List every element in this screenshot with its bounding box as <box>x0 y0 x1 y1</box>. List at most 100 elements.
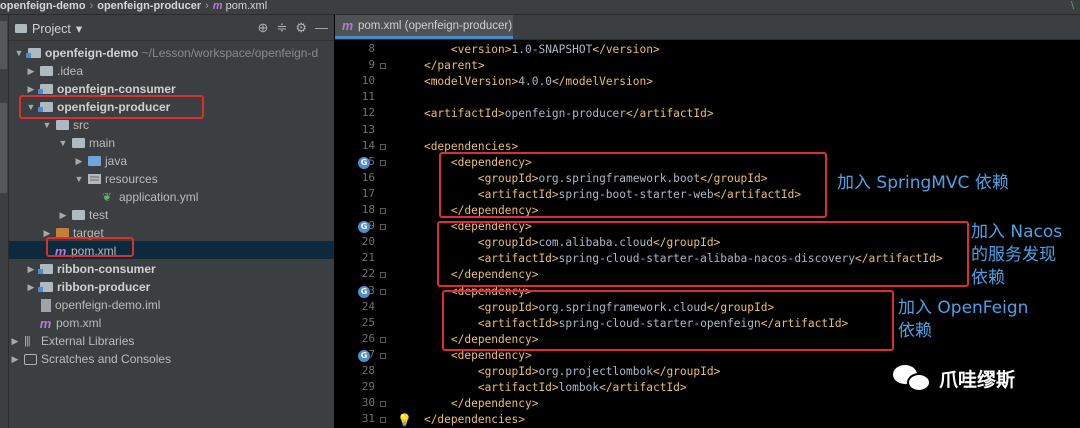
project-panel-title: Project <box>32 21 71 36</box>
tree-item-label: main <box>89 136 116 150</box>
breadcrumb-item-file[interactable]: pom.xml <box>226 0 268 13</box>
highlight-box-springmvc <box>439 152 827 218</box>
tree-item-main[interactable]: ▼ main <box>57 134 115 152</box>
tree-item-test[interactable]: ▶ test <box>57 206 109 224</box>
collapsed-arrow-icon[interactable]: ▶ <box>9 336 21 347</box>
collapsed-arrow-icon[interactable]: ▶ <box>73 156 85 167</box>
hide-panel-icon[interactable]: — <box>315 20 328 36</box>
tree-item-path: ~/Lesson/workspace/openfeign-d <box>141 46 319 60</box>
highlight-box-producer-module <box>19 95 204 119</box>
breadcrumb-item-module[interactable]: openfeign-producer <box>97 0 201 13</box>
expanded-arrow-icon[interactable]: ▼ <box>41 120 53 130</box>
xml-tag: <groupId> <box>477 365 539 378</box>
folder-icon <box>56 120 69 130</box>
line-number: 28 <box>361 364 375 377</box>
resources-folder-icon <box>88 174 101 184</box>
annotation-openfeign-line-1: 加入 OpenFeign <box>898 298 1029 318</box>
gear-icon[interactable]: ⚙ <box>295 20 307 36</box>
tree-item-ribbon-consumer[interactable]: ▶ ribbon-consumer <box>25 260 156 278</box>
code-line[interactable]: <artifactId>openfeign-producer</artifact… <box>397 106 714 122</box>
expanded-arrow-icon[interactable]: ▼ <box>73 174 85 184</box>
code-line[interactable]: <artifactId>lombok</artifactId> <box>397 380 687 396</box>
fold-marker-icon[interactable] <box>380 272 386 279</box>
tree-item-openfeign-demo[interactable]: ▼ openfeign-demo ~/Lesson/workspace/open… <box>13 44 319 62</box>
breadcrumb-item-project[interactable]: openfeign-demo <box>0 0 86 13</box>
dependency-gutter-icon[interactable]: G <box>358 349 370 362</box>
collapsed-arrow-icon[interactable]: ▶ <box>25 282 37 293</box>
fold-marker-icon[interactable] <box>380 208 386 214</box>
locate-icon[interactable]: ⊕ <box>258 20 269 36</box>
fold-marker-icon[interactable] <box>380 336 386 343</box>
tree-item-idea[interactable]: ▶ .idea <box>25 62 84 80</box>
xml-value: org.projectlombok <box>538 365 653 378</box>
tree-item-iml[interactable]: openfeign-demo.iml <box>41 296 160 314</box>
tab-pom-xml[interactable]: m pom.xml (openfeign-producer) <box>335 15 513 39</box>
navigation-breadcrumb: openfeign-demo › openfeign-producer › m pom.x… <box>0 0 1080 15</box>
code-line[interactable]: <modelVersion>4.0.0</modelVersion> <box>397 74 653 90</box>
collapsed-arrow-icon[interactable]: ▶ <box>9 354 21 365</box>
tree-item-java[interactable]: ▶ java <box>73 152 127 170</box>
dependency-gutter-icon[interactable]: G <box>358 156 370 169</box>
line-number: 30 <box>361 396 375 410</box>
collapsed-arrow-icon[interactable]: ▶ <box>25 264 37 275</box>
editor-tab-bar: m pom.xml (openfeign-producer) <box>335 15 1080 40</box>
iml-file-icon <box>41 298 51 312</box>
source-folder-icon <box>88 156 101 166</box>
tree-item-label: resources <box>105 172 158 186</box>
tree-item-scratches[interactable]: ▶ Scratches and Consoles <box>9 350 172 368</box>
tree-item-label: .idea <box>57 64 84 78</box>
watermark-text: 爪哇缪斯 <box>939 368 1016 391</box>
fold-marker-icon[interactable] <box>380 288 386 295</box>
fold-marker-icon[interactable] <box>380 417 386 424</box>
code-line[interactable]: </parent> <box>397 58 485 74</box>
fold-marker-icon[interactable] <box>380 401 386 408</box>
line-number: 22 <box>361 267 375 281</box>
code-line[interactable]: <version>1.0-SNAPSHOT</version> <box>397 42 660 58</box>
collapse-all-icon[interactable]: ≑ <box>276 20 287 36</box>
collapsed-arrow-icon[interactable]: ▶ <box>57 210 69 221</box>
annotation-nacos-line-3: 依赖 <box>971 268 1005 288</box>
annotation-springmvc: 加入 SpringMVC 依赖 <box>837 173 1009 193</box>
project-panel-toolbar: ⊕ ≑ ⚙ — <box>258 20 328 36</box>
tree-item-resources[interactable]: ▼ resources <box>73 170 158 188</box>
fold-marker-icon[interactable] <box>380 352 386 359</box>
code-line[interactable]: </dependency> <box>397 396 539 412</box>
line-number: 10 <box>361 74 375 88</box>
module-folder-icon <box>38 282 53 292</box>
structure-tool-tab[interactable] <box>0 103 7 193</box>
dependency-gutter-icon[interactable]: G <box>358 221 370 234</box>
fold-marker-icon[interactable] <box>380 224 386 231</box>
tree-item-external-libraries[interactable]: ▶ ||| External Libraries <box>9 332 135 350</box>
code-line[interactable]: <groupId>org.projectlombok</groupId> <box>397 364 721 380</box>
dependency-gutter-icon[interactable]: G <box>358 285 370 298</box>
xml-tag: </version> <box>592 43 660 56</box>
xml-tag: <version> <box>450 43 512 56</box>
xml-value: 1.0-SNAPSHOT <box>511 43 593 56</box>
fold-marker-icon[interactable] <box>380 159 386 166</box>
fold-marker-icon[interactable] <box>380 143 386 150</box>
folder-icon <box>40 66 53 76</box>
highlight-box-nacos <box>437 221 969 287</box>
collapsed-arrow-icon[interactable]: ▶ <box>25 66 37 77</box>
maven-file-icon: m <box>39 315 52 331</box>
tree-item-root-pom[interactable]: m pom.xml <box>39 314 102 332</box>
tree-item-application-yml[interactable]: ❦ application.yml <box>102 188 198 206</box>
breadcrumb-separator: › <box>205 0 209 12</box>
tree-item-label: pom.xml <box>56 316 102 330</box>
collapsed-arrow-icon[interactable]: ▶ <box>25 84 37 95</box>
tree-item-label: Scratches and Consoles <box>41 352 172 366</box>
expanded-arrow-icon[interactable]: ▼ <box>13 48 25 58</box>
module-folder-icon <box>38 84 53 94</box>
xml-tag: <artifactId> <box>423 107 505 121</box>
project-view-selector[interactable]: Project ▾ <box>15 21 82 36</box>
code-line[interactable]: </dependencies> <box>397 412 525 428</box>
tree-item-label: ribbon-consumer <box>57 262 156 276</box>
maven-file-icon: m <box>212 0 223 12</box>
expanded-arrow-icon[interactable]: ▼ <box>57 138 69 148</box>
tree-item-label: openfeign-demo <box>45 46 139 60</box>
project-tool-tab[interactable] <box>0 21 7 69</box>
tree-item-ribbon-producer[interactable]: ▶ ribbon-producer <box>25 278 151 296</box>
fold-marker-icon[interactable] <box>380 63 386 70</box>
